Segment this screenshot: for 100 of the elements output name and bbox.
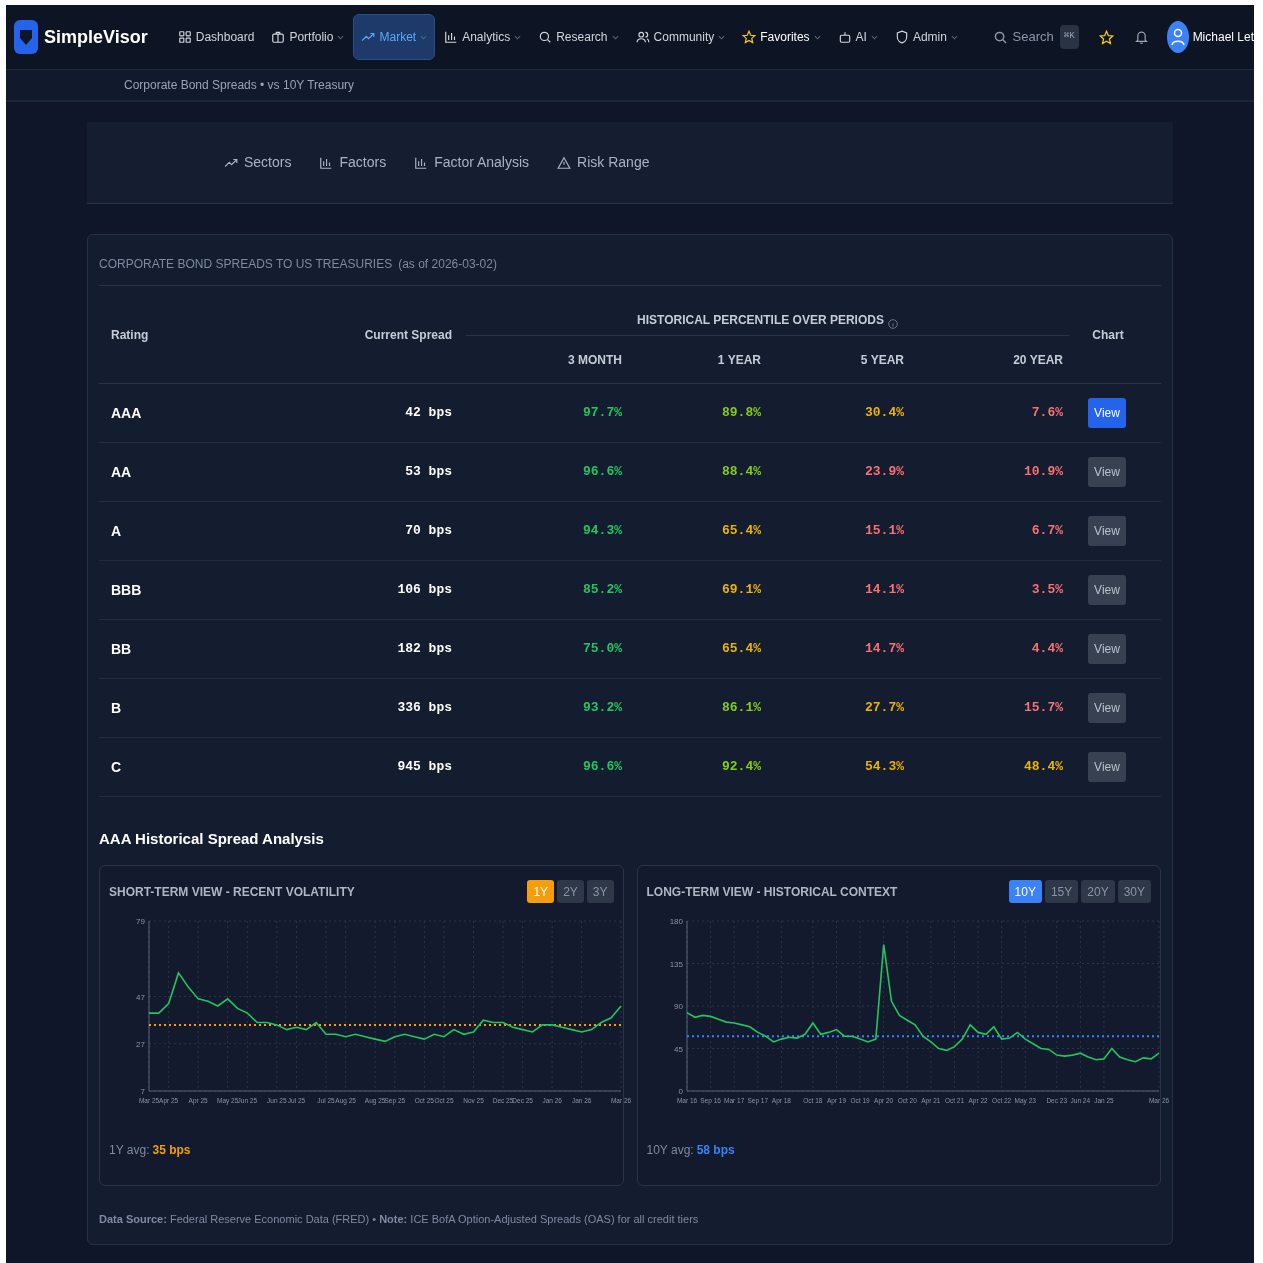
bar-chart-icon [414,155,429,170]
column-header: 5 YEAR [860,351,904,369]
percentile-cell-text: 96.6% [583,758,622,777]
percentile-cell-text: 85.2% [583,581,622,600]
range-button[interactable]: 10Y [1008,880,1042,903]
nav-item[interactable]: Research [530,14,627,60]
column-header: Rating [111,326,149,344]
spread-cell-text: 945 bps [397,758,452,777]
avatar-icon[interactable] [1166,20,1189,54]
bell-icon[interactable] [1133,29,1149,45]
nav-item[interactable]: AI [829,14,886,60]
search-icon [538,30,553,44]
user-name[interactable]: Michael Let [1192,28,1254,46]
percentile-cell-text: 93.2% [583,699,622,718]
page-subtitle: Corporate Bond Spreads • vs 10Y Treasury [124,77,355,94]
view-button[interactable]: View [1088,752,1126,782]
average-value: 58 bps [696,1142,735,1159]
percentile-cell-text: 27.7% [865,699,904,718]
column-header: 1 YEAR [717,351,761,369]
rating-cell: C [111,759,122,775]
percentile-cell-text: 65.4% [722,522,761,541]
axis-label: 45 [673,1044,683,1054]
percentile-cell-text: 89.8% [722,404,761,423]
axis-label: 27 [136,1039,145,1049]
percentile-cell-text: 96.6% [583,463,622,482]
axis-label: 90 [673,1002,683,1011]
nav-item[interactable]: Admin [886,14,966,60]
axis-label: 79 [136,917,145,926]
nav-item[interactable]: Analytics [436,14,530,60]
grid-icon [177,30,192,44]
star-icon[interactable] [1098,29,1114,45]
range-button[interactable]: 15Y [1044,880,1079,903]
table-title: CORPORATE BOND SPREADS TO US TREASURIES [99,256,393,273]
percentile-cell-text: 97.7% [583,404,622,423]
percentile-cell-text: 3.5% [1031,581,1063,600]
axis-label: 47 [136,992,145,1002]
nav-item[interactable]: Portfolio [263,14,353,60]
axis-label: 0 [678,1087,683,1096]
search-field[interactable]: Search ⌘K [993,25,1079,49]
nav-item[interactable]: Market [353,14,436,60]
tab[interactable]: Risk Range [557,152,650,173]
range-button[interactable]: 30Y [1117,880,1151,903]
column-header: Current Spread [364,326,452,344]
star-icon [742,30,757,44]
logo-icon[interactable] [14,20,38,54]
shortcut-key: ⌘K [1059,25,1079,49]
range-button[interactable]: 3Y [586,880,614,903]
view-button[interactable]: View [1088,634,1126,664]
info-icon[interactable] [887,319,898,329]
nav-item[interactable]: Dashboard [169,14,263,60]
percentile-cell-text: 7.6% [1031,404,1063,423]
rating-cell: B [111,700,122,716]
robot-icon [837,30,852,44]
range-button[interactable]: 20Y [1081,880,1115,903]
percentile-cell-text: 14.1% [865,581,904,600]
rating-cell: BB [111,641,132,657]
view-button[interactable]: View [1088,575,1126,605]
percentile-cell-text: 15.1% [865,522,904,541]
tab[interactable]: Factors [319,152,387,173]
percentile-cell-text: 65.4% [722,640,761,659]
percentile-cell-text: 86.1% [722,699,761,718]
data-source-note: Data Source: Federal Reserve Economic Data (FRED) • Note: ICE BofA Option-Adjusted Spreads (OAS) for all credit tiers [99,1213,699,1225]
spread-cell-text: 70 bps [405,522,452,541]
percentile-cell-text: 94.3% [583,522,622,541]
axis-label: 135 [669,959,683,969]
rating-cell: AAA [111,405,142,421]
users-icon [635,30,650,44]
nav-item[interactable]: Favorites [734,14,829,60]
briefcase-icon [271,30,286,44]
spread-cell-text: 42 bps [405,404,452,423]
rating-cell: A [111,523,122,539]
warning-icon [557,155,572,170]
nav-item[interactable]: Community [627,14,734,60]
range-button[interactable]: 2Y [557,880,584,903]
percentile-cell-text: 15.7% [1024,699,1063,718]
spread-cell-text: 53 bps [405,463,452,482]
axis-label: 7 [140,1087,145,1096]
column-header: Chart [1092,326,1124,344]
percentile-cell-text: 88.4% [722,463,761,482]
search-icon [993,30,1007,44]
tab[interactable]: Sectors [224,152,292,173]
percentile-cell-text: 75.0% [583,640,622,659]
chart-title: LONG-TERM VIEW - HISTORICAL CONTEXT [646,883,898,901]
percentile-cell-text: 69.1% [722,581,761,600]
view-button[interactable]: View [1088,516,1126,546]
average-label: 1Y avg: [109,1142,150,1159]
average-value: 35 bps [152,1142,191,1159]
section-title: AAA Historical Spread Analysis [99,830,324,847]
view-button[interactable]: View [1088,457,1126,487]
tab[interactable]: Factor Analysis [414,152,530,173]
view-button[interactable]: View [1088,693,1126,723]
percentile-cell-text: 48.4% [1024,758,1063,777]
axis-label: 180 [669,917,683,926]
average-label: 10Y avg: [646,1142,694,1159]
brand-name[interactable]: SimpleVisor [44,23,148,51]
rating-cell: BBB [111,582,142,598]
view-button[interactable]: View [1088,398,1126,428]
shield-icon [894,30,909,44]
chart-title: SHORT-TERM VIEW - RECENT VOLATILITY [109,883,355,901]
column-header: 20 YEAR [1013,351,1063,369]
